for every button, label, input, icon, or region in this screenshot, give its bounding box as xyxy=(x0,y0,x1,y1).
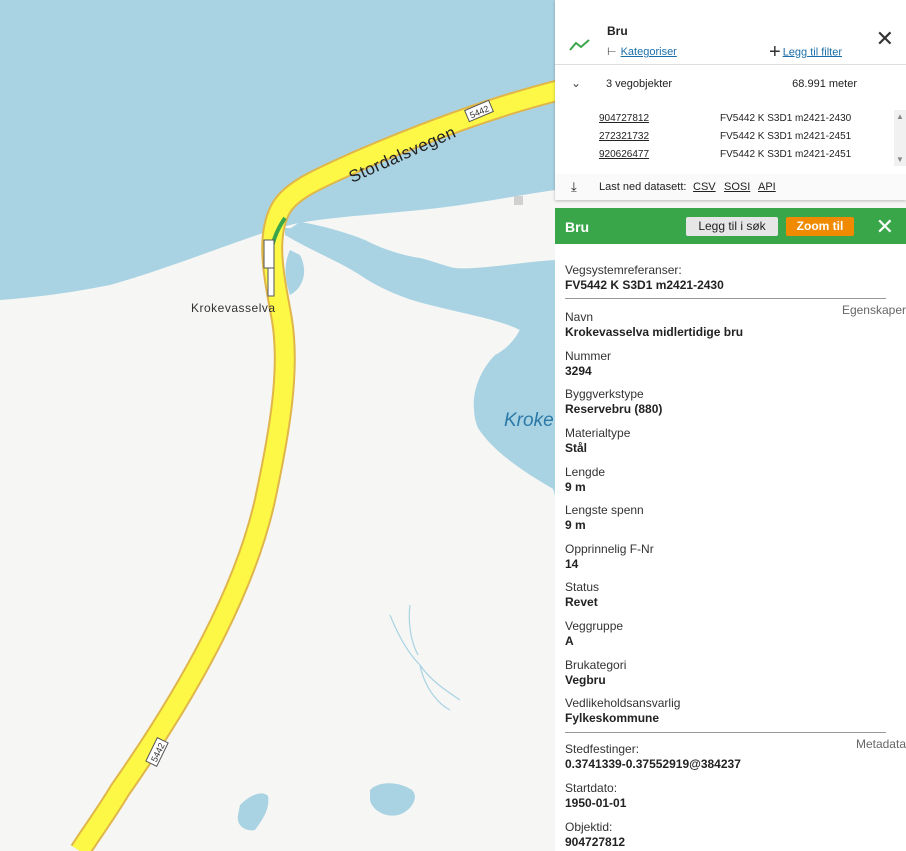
bridge-marker[interactable] xyxy=(267,267,275,297)
property-key: Opprinnelig F-Nr xyxy=(565,542,654,556)
property-value: FV5442 K S3D1 m2421-2430 xyxy=(565,278,724,292)
object-ref: FV5442 K S3D1 m2421-2430 xyxy=(720,113,852,124)
metadata-item: Stedfestinger: 0.3741339-0.37552919@3842… xyxy=(565,742,741,771)
property-item: Lengde 9 m xyxy=(565,465,605,494)
property-key: Materialtype xyxy=(565,426,631,440)
metadata-value: 1950-01-01 xyxy=(565,796,627,810)
scroll-down-icon[interactable]: ▼ xyxy=(896,155,904,164)
property-item: Vedlikeholdsansvarlig Fylkeskommune xyxy=(565,696,680,725)
metadata-value: 0.3741339-0.37552919@384237 xyxy=(565,757,741,771)
property-value: 9 m xyxy=(565,518,586,532)
property-item: Opprinnelig F-Nr 14 xyxy=(565,542,654,571)
list-item[interactable]: 920626477 FV5442 K S3D1 m2421-2451 xyxy=(555,146,906,164)
section-properties-label: Egenskaper xyxy=(841,303,906,317)
detail-title: Bru xyxy=(565,219,590,235)
metadata-item: Objektid: 904727812 xyxy=(565,820,625,849)
property-value: 14 xyxy=(565,557,579,571)
place-label: Krokevasselva xyxy=(191,301,276,315)
search-result-panel: Bru ⊢ Kategoriser + Legg til filter ✕ ⌄ 3 … xyxy=(555,0,906,200)
property-key: Navn xyxy=(565,310,594,324)
hierarchy-icon: ⊢ xyxy=(607,46,617,58)
categorize-link[interactable]: ⊢ Kategoriser xyxy=(607,45,677,58)
chevron-down-icon[interactable]: ⌄ xyxy=(571,76,581,90)
divider xyxy=(565,732,886,733)
property-value: Vegbru xyxy=(565,673,606,687)
list-item[interactable]: 272321732 FV5442 K S3D1 m2421-2451 xyxy=(555,128,906,146)
property-value: Reservebru (880) xyxy=(565,402,663,416)
object-count: 3 vegobjekter xyxy=(606,78,673,90)
section-metadata-label: Metadata xyxy=(855,737,906,751)
plus-icon: + xyxy=(769,41,781,63)
close-icon[interactable]: ✕ xyxy=(876,28,894,50)
property-key: Lengste spenn xyxy=(565,503,644,517)
property-key: Vedlikeholdsansvarlig xyxy=(565,696,681,710)
total-length: 68.991 meter xyxy=(792,78,857,90)
object-ref: FV5442 K S3D1 m2421-2451 xyxy=(720,149,852,160)
metadata-key: Stedfestinger: xyxy=(565,742,640,756)
download-csv-link[interactable]: CSV xyxy=(693,181,716,193)
metadata-key: Startdato: xyxy=(565,781,618,795)
close-icon[interactable]: ✕ xyxy=(876,216,894,238)
result-header: Bru ⊢ Kategoriser + Legg til filter ✕ xyxy=(555,12,906,65)
download-sosi-link[interactable]: SOSI xyxy=(724,181,750,193)
add-to-search-button[interactable]: Legg til i søk xyxy=(686,217,778,236)
property-key: Brukategori xyxy=(565,658,627,672)
property-item: Status Revet xyxy=(565,580,599,609)
property-item: Lengste spenn 9 m xyxy=(565,503,644,532)
property-key: Lengde xyxy=(565,465,606,479)
object-id-link[interactable]: 904727812 xyxy=(599,113,649,124)
object-ref: FV5442 K S3D1 m2421-2451 xyxy=(720,131,852,142)
bridge-marker[interactable] xyxy=(263,239,275,269)
property-value: 3294 xyxy=(565,364,592,378)
download-icon: ⤓ xyxy=(571,179,577,194)
property-key: Vegsystemreferanser: xyxy=(565,263,682,277)
map-object xyxy=(514,196,523,205)
property-key: Nummer xyxy=(565,349,612,363)
result-summary[interactable]: ⌄ 3 vegobjekter 68.991 meter xyxy=(555,66,906,102)
property-value: Revet xyxy=(565,595,598,609)
detail-header: Bru Legg til i søk Zoom til ✕ xyxy=(555,208,906,244)
scroll-up-icon[interactable]: ▲ xyxy=(896,112,904,121)
property-value: Stål xyxy=(565,441,588,455)
line-chart-icon xyxy=(569,39,590,51)
object-list: 904727812 FV5442 K S3D1 m2421-2430 27232… xyxy=(555,110,906,166)
lake-label: Kroke xyxy=(504,410,554,431)
zoom-to-button[interactable]: Zoom til xyxy=(786,217,854,236)
property-key: Status xyxy=(565,580,600,594)
download-label: Last ned datasett: xyxy=(599,181,687,193)
object-id-link[interactable]: 272321732 xyxy=(599,131,649,142)
download-row: ⤓ Last ned datasett: CSV SOSI API xyxy=(555,174,906,200)
add-filter-label[interactable]: Legg til filter xyxy=(783,46,842,58)
metadata-value: 904727812 xyxy=(565,835,626,849)
property-value: Fylkeskommune xyxy=(565,711,660,725)
categorize-label[interactable]: Kategoriser xyxy=(621,46,677,58)
add-filter-link[interactable]: + Legg til filter xyxy=(769,41,842,64)
divider xyxy=(565,298,886,299)
property-item: Materialtype Stål xyxy=(565,426,630,455)
detail-panel: Bru Legg til i søk Zoom til ✕ Vegsystemr… xyxy=(555,208,906,851)
property-item: Nummer 3294 xyxy=(565,349,611,378)
property-key: Byggverkstype xyxy=(565,387,644,401)
vegsystem-reference: Vegsystemreferanser: FV5442 K S3D1 m2421… xyxy=(565,263,724,292)
result-title: Bru xyxy=(607,24,628,38)
property-item: Brukategori Vegbru xyxy=(565,658,626,687)
download-api-link[interactable]: API xyxy=(758,181,776,193)
metadata-key: Objektid: xyxy=(565,820,613,834)
property-value: A xyxy=(565,634,574,648)
metadata-item: Startdato: 1950-01-01 xyxy=(565,781,626,810)
list-scrollbar[interactable]: ▲ ▼ xyxy=(894,110,906,166)
property-item: Byggverkstype Reservebru (880) xyxy=(565,387,662,416)
property-key: Veggruppe xyxy=(565,619,624,633)
property-value: 9 m xyxy=(565,480,586,494)
property-value: Krokevasselva midlertidige bru xyxy=(565,325,744,339)
property-item: Navn Krokevasselva midlertidige bru xyxy=(565,310,743,339)
object-id-link[interactable]: 920626477 xyxy=(599,149,649,160)
property-item: Veggruppe A xyxy=(565,619,623,648)
list-item[interactable]: 904727812 FV5442 K S3D1 m2421-2430 xyxy=(555,110,906,128)
